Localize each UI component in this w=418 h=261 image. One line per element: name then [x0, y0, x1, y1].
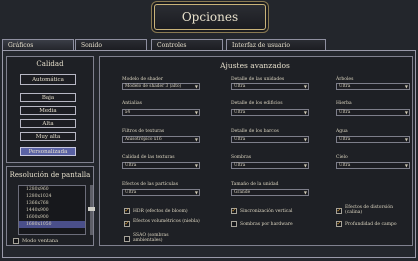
chevron-down-icon: ▼: [404, 163, 408, 168]
building-detail-value: Ultra: [234, 110, 246, 115]
chevron-down-icon: ▼: [194, 163, 198, 168]
ssao-checkbox[interactable]: [124, 236, 130, 242]
ship-detail-value: Ultra: [234, 137, 246, 142]
vsync-checkbox[interactable]: ✓: [231, 208, 237, 214]
texture-filter-label: Filtros de texturas: [122, 129, 165, 134]
unit-detail-value: Ultra: [234, 84, 246, 89]
distortion-label: Efectos de distorsión (calina): [345, 205, 394, 215]
grass-label: Hierba: [336, 101, 352, 106]
check-icon: ✓: [124, 207, 130, 214]
water-label: Agua: [336, 129, 348, 134]
hdr-label: HDR (efectos de bloom): [133, 209, 188, 214]
chevron-down-icon: ▼: [404, 84, 408, 89]
windowed-label: Modo ventana: [22, 238, 59, 244]
texture-quality-dropdown[interactable]: Ultra ▼: [122, 162, 200, 169]
chevron-down-icon: ▼: [303, 163, 307, 168]
tab-sonido[interactable]: Sonido: [75, 39, 147, 50]
chevron-down-icon: ▼: [194, 137, 198, 142]
check-icon: ✓: [124, 220, 130, 227]
check-icon: ✓: [336, 220, 342, 227]
shader-model-dropdown[interactable]: Modelo de shader 3 (alto) ▼: [122, 83, 200, 90]
check-icon: ✓: [336, 207, 342, 214]
building-detail-label: Detalle de los edificios: [231, 101, 283, 106]
resolution-item-selected[interactable]: 1680x1050: [19, 221, 85, 228]
resolution-item[interactable]: 1280x960: [19, 186, 85, 193]
unit-detail-dropdown[interactable]: Ultra ▼: [231, 83, 309, 90]
chevron-down-icon: ▼: [303, 190, 307, 195]
window-title: Opciones: [154, 4, 266, 30]
auto-quality-button[interactable]: Automática: [20, 74, 76, 85]
resolution-item[interactable]: 1600x900: [19, 214, 85, 221]
unit-detail-label: Detalle de las unidades: [231, 77, 285, 82]
sky-dropdown[interactable]: Ultra ▼: [336, 162, 410, 169]
resolution-list[interactable]: 1280x960 1280x1024 1366x768 1440x900 160…: [18, 185, 86, 235]
sky-label: Cielo: [336, 155, 348, 160]
dof-label: Profundidad de campo: [345, 222, 397, 227]
volumetric-label: Efectos volumétricos (niebla): [133, 219, 200, 224]
tab-interfaz-usuario[interactable]: Interfaz de usuario: [226, 39, 326, 50]
chevron-down-icon: ▼: [303, 110, 307, 115]
quality-heading: Calidad: [36, 60, 64, 68]
tab-graficos[interactable]: Gráficos: [2, 39, 74, 50]
quality-custom-button[interactable]: Personalizada: [20, 147, 76, 156]
trees-dropdown[interactable]: Ultra ▼: [336, 83, 410, 90]
ship-detail-dropdown[interactable]: Ultra ▼: [231, 136, 309, 143]
resolution-item[interactable]: 1366x768: [19, 200, 85, 207]
hw-shadows-checkbox[interactable]: [231, 221, 237, 227]
grass-dropdown[interactable]: Ultra ▼: [336, 109, 410, 116]
volumetric-checkbox[interactable]: ✓: [124, 221, 130, 227]
shader-model-value: Modelo de shader 3 (alto): [125, 84, 182, 89]
distortion-checkbox[interactable]: ✓: [336, 208, 342, 214]
check-icon: ✓: [231, 207, 237, 214]
quality-medium-button[interactable]: Media: [20, 106, 76, 115]
resolution-item[interactable]: 1440x900: [19, 207, 85, 214]
grass-value: Ultra: [339, 110, 351, 115]
unit-size-value: Grande: [234, 190, 251, 195]
building-detail-dropdown[interactable]: Ultra ▼: [231, 109, 309, 116]
texture-filter-value: Anisotrópico x16: [125, 137, 162, 142]
resolution-scroll-thumb[interactable]: [88, 207, 95, 211]
unit-size-dropdown[interactable]: Grande ▼: [231, 189, 309, 196]
particle-effects-label: Efectos de las partículas: [122, 182, 179, 187]
trees-label: Árboles: [336, 77, 354, 82]
texture-quality-label: Calidad de las texturas: [122, 155, 175, 160]
resolution-item[interactable]: 1280x1024: [19, 193, 85, 200]
shader-model-label: Modelo de shader: [122, 77, 163, 82]
chevron-down-icon: ▼: [404, 110, 408, 115]
quality-high-button[interactable]: Alta: [20, 119, 76, 128]
chevron-down-icon: ▼: [404, 137, 408, 142]
particle-effects-dropdown[interactable]: Ultra ▼: [122, 189, 200, 196]
chevron-down-icon: ▼: [194, 110, 198, 115]
shadows-dropdown[interactable]: Ultra ▼: [231, 162, 309, 169]
quality-low-button[interactable]: Baja: [20, 93, 76, 102]
ship-detail-label: Detalle de los barcos: [231, 129, 279, 134]
dof-checkbox[interactable]: ✓: [336, 221, 342, 227]
chevron-down-icon: ▼: [303, 84, 307, 89]
windowed-checkbox[interactable]: [13, 238, 19, 244]
shadows-value: Ultra: [234, 163, 246, 168]
ssao-label: SSAO (sombras ambientales): [133, 233, 169, 243]
resolution-heading: Resolución de pantalla: [9, 171, 91, 179]
chevron-down-icon: ▼: [194, 84, 198, 89]
quality-ultra-button[interactable]: Muy alta: [20, 132, 76, 141]
antialias-label: Antialias: [122, 101, 142, 106]
texture-filter-dropdown[interactable]: Anisotrópico x16 ▼: [122, 136, 200, 143]
vsync-label: Sincronización vertical: [240, 209, 293, 214]
hdr-checkbox[interactable]: ✓: [124, 208, 130, 214]
water-value: Ultra: [339, 137, 351, 142]
chevron-down-icon: ▼: [194, 190, 198, 195]
unit-size-label: Tamaño de la unidad: [231, 182, 279, 187]
water-dropdown[interactable]: Ultra ▼: [336, 136, 410, 143]
antialias-dropdown[interactable]: x4 ▼: [122, 109, 200, 116]
particle-effects-value: Ultra: [125, 190, 137, 195]
tab-controles[interactable]: Controles: [151, 39, 223, 50]
texture-quality-value: Ultra: [125, 163, 137, 168]
hw-shadows-label: Sombras por hardware: [240, 222, 293, 227]
antialias-value: x4: [125, 110, 131, 115]
shadows-label: Sombras: [231, 155, 252, 160]
trees-value: Ultra: [339, 84, 351, 89]
chevron-down-icon: ▼: [303, 137, 307, 142]
advanced-heading: Ajustes avanzados: [220, 61, 290, 70]
sky-value: Ultra: [339, 163, 351, 168]
